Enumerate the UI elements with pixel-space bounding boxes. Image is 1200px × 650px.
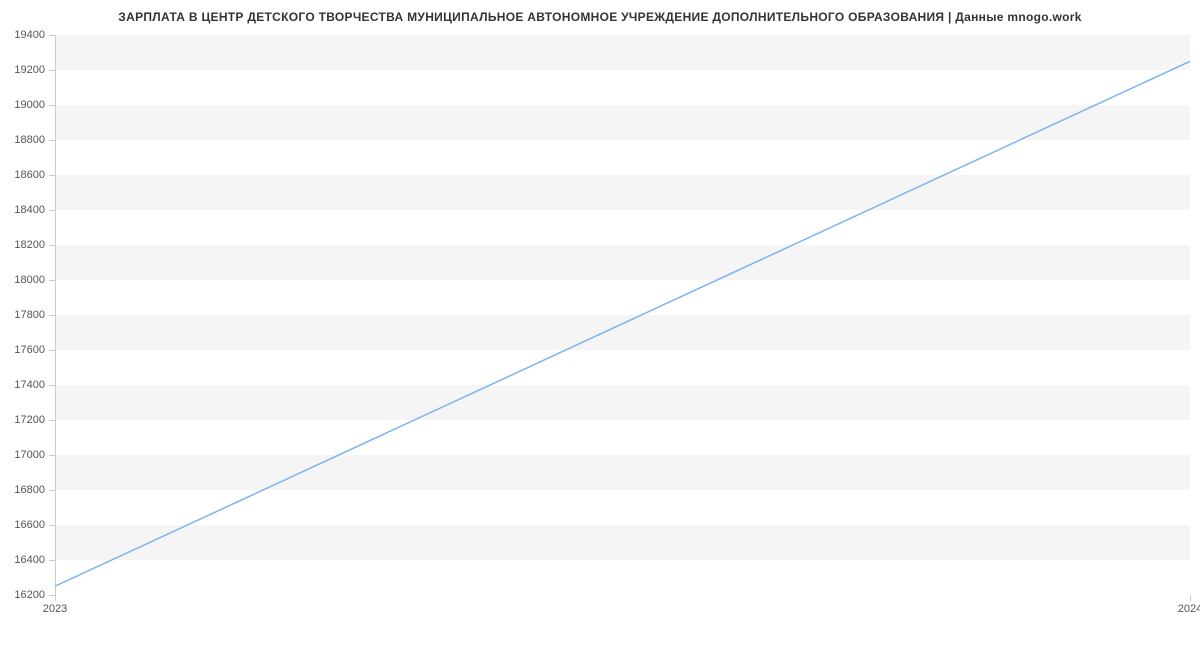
y-tick-label: 16200 — [14, 589, 45, 601]
y-tick-label: 16600 — [14, 519, 45, 531]
y-tick-label: 16800 — [14, 484, 45, 496]
series-line — [55, 35, 1190, 595]
y-tick-label: 16400 — [14, 554, 45, 566]
y-tick-label: 17800 — [14, 309, 45, 321]
x-tick — [1190, 595, 1191, 601]
y-tick-label: 19400 — [14, 29, 45, 41]
y-tick-label: 18000 — [14, 274, 45, 286]
chart-title: ЗАРПЛАТА В ЦЕНТР ДЕТСКОГО ТВОРЧЕСТВА МУН… — [0, 0, 1200, 24]
y-tick-label: 18800 — [14, 134, 45, 146]
x-tick-label: 2024 — [1178, 603, 1200, 615]
y-tick-label: 19000 — [14, 99, 45, 111]
x-tick-label: 2023 — [43, 603, 67, 615]
y-tick-label: 19200 — [14, 64, 45, 76]
y-tick-label: 18400 — [14, 204, 45, 216]
plot-area: 1620016400166001680017000172001740017600… — [55, 35, 1190, 595]
y-tick-label: 18200 — [14, 239, 45, 251]
y-tick-label: 17000 — [14, 449, 45, 461]
y-tick-label: 17600 — [14, 344, 45, 356]
x-tick — [55, 595, 56, 601]
y-tick-label: 17200 — [14, 414, 45, 426]
y-tick-label: 17400 — [14, 379, 45, 391]
y-tick-label: 18600 — [14, 169, 45, 181]
